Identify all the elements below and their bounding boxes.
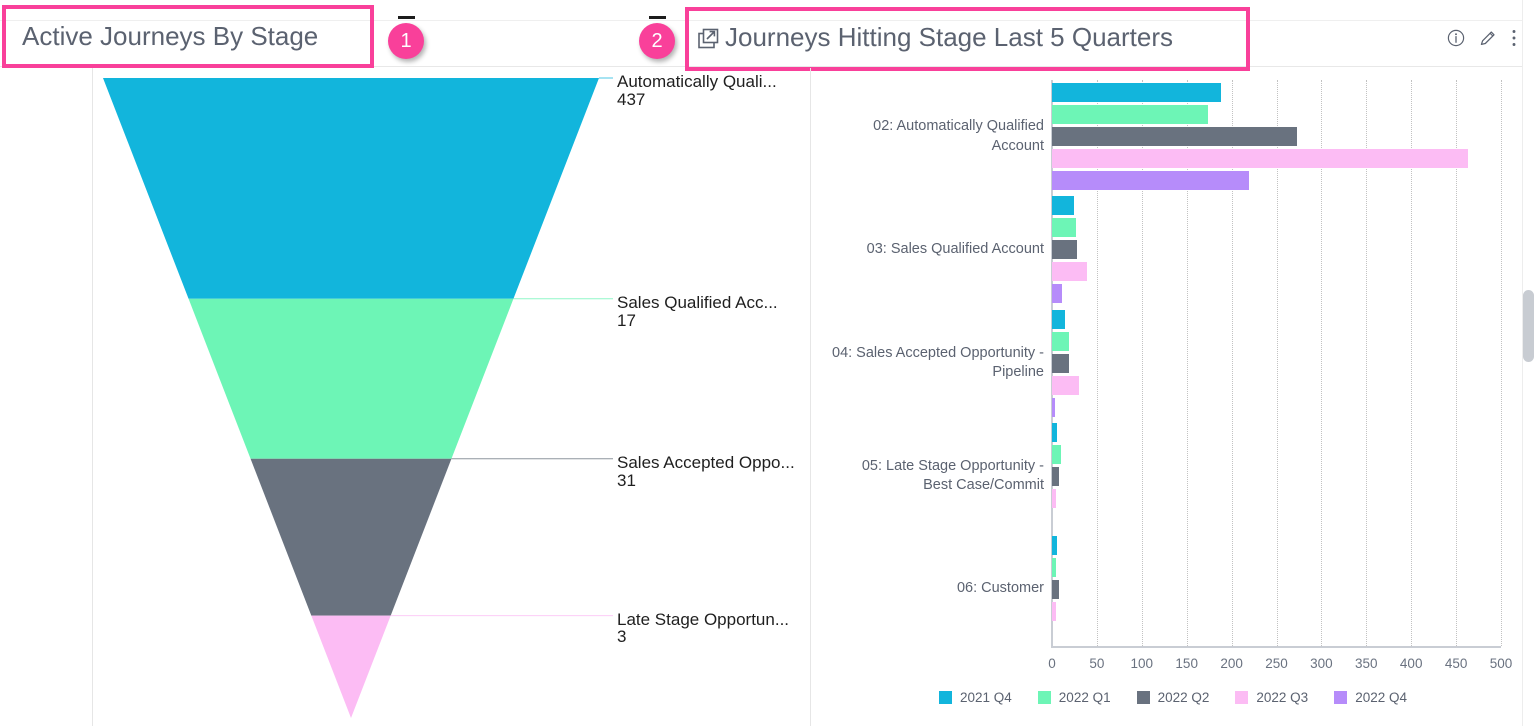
funnel-stage-label: Automatically Quali... 437 (617, 73, 777, 109)
x-axis-tick-label: 50 (1089, 656, 1105, 671)
bar-segment[interactable] (1052, 579, 1060, 599)
funnel-stage-label: Sales Accepted Oppo... 31 (617, 452, 795, 490)
bar-segment[interactable] (1052, 557, 1057, 577)
bar-segment[interactable] (1052, 466, 1060, 486)
header-bottom-rule (0, 66, 1535, 67)
legend-item[interactable]: 2022 Q2 (1136, 690, 1210, 705)
funnel-stage-name: Sales Accepted Oppo... (617, 452, 795, 472)
bar-segment[interactable] (1052, 488, 1057, 508)
x-axis-tick-label: 250 (1265, 656, 1288, 671)
bar-segment[interactable] (1052, 262, 1088, 282)
legend-swatch (1235, 691, 1249, 704)
chart-gridline (1501, 80, 1502, 646)
legend-swatch (1037, 691, 1051, 704)
bar-segment[interactable] (1052, 309, 1065, 329)
bar-segment[interactable] (1052, 353, 1070, 373)
y-axis-category-label: 03: Sales Qualified Account (866, 240, 1044, 257)
bar-segment[interactable] (1052, 171, 1249, 191)
pencil-icon[interactable] (1479, 29, 1497, 47)
x-axis-tick-label: 200 (1220, 656, 1243, 671)
x-axis-tick-label: 400 (1399, 656, 1423, 671)
legend-item[interactable]: 2022 Q1 (1037, 690, 1111, 705)
funnel-stage-name: Late Stage Opportun... (617, 609, 790, 629)
legend-swatch (1136, 691, 1150, 704)
legend-label: 2022 Q2 (1157, 690, 1210, 705)
x-axis-tick-label: 100 (1130, 656, 1154, 671)
funnel-stage-value: 437 (617, 89, 646, 109)
x-axis-tick-label: 450 (1444, 656, 1468, 671)
bar-segment[interactable] (1052, 196, 1074, 216)
annotation-badge-1: 1 (388, 23, 424, 59)
x-axis-tick-label: 150 (1175, 656, 1198, 671)
bar-segment[interactable] (1052, 331, 1070, 351)
vertical-scrollbar-track[interactable] (1522, 0, 1535, 726)
funnel-stage-value: 17 (617, 310, 636, 330)
vertical-scrollbar-thumb[interactable] (1523, 290, 1534, 362)
funnel-segment[interactable] (250, 458, 452, 616)
bar-segment[interactable] (1052, 83, 1221, 103)
page-title-active-journeys: Active Journeys By Stage (22, 21, 319, 51)
x-axis-tick-label: 0 (1048, 656, 1056, 671)
legend-item[interactable]: 2021 Q4 (939, 690, 1012, 705)
open-in-new-window-icon[interactable] (697, 28, 719, 50)
bar-segment[interactable] (1052, 397, 1055, 417)
y-axis-category-label: 02: Automatically Qualified Account (873, 118, 1044, 154)
annotation-pointer-1 (398, 16, 415, 19)
more-vertical-icon[interactable] (1511, 28, 1517, 48)
y-axis-category-label: 04: Sales Accepted Opportunity - Pipelin… (832, 344, 1044, 381)
bar-segment[interactable] (1052, 422, 1058, 442)
page-title-journeys-hitting-stage: Journeys Hitting Stage Last 5 Quarters (725, 22, 1174, 52)
chart-legend: 2021 Q4 2022 Q1 2022 Q2 2022 Q3 2022 Q4 (811, 690, 1535, 705)
funnel-stage-value: 31 (617, 470, 636, 490)
funnel-stage-value: 3 (617, 627, 627, 647)
x-axis-tick-label: 500 (1489, 656, 1513, 671)
bar-segment[interactable] (1052, 444, 1061, 464)
grouped-bar-chart[interactable]: 02: Automatically Qualified Account 03: S… (811, 68, 1535, 726)
legend-label: 2022 Q3 (1256, 690, 1309, 705)
legend-label: 2022 Q4 (1355, 690, 1407, 705)
legend-swatch (1334, 691, 1348, 704)
funnel-segment[interactable] (188, 298, 514, 459)
funnel-chart[interactable]: Automatically Quali... 437 Sales Qualified… (93, 68, 810, 726)
funnel-stage-name: Sales Qualified Acc... (617, 292, 778, 312)
bar-segment[interactable] (1052, 218, 1077, 238)
funnel-stage-name: Automatically Quali... (617, 72, 777, 91)
funnel-segment[interactable] (103, 78, 599, 299)
bar-segment[interactable] (1052, 284, 1062, 304)
legend-item[interactable]: 2022 Q3 (1235, 690, 1308, 705)
bar-segment[interactable] (1052, 149, 1468, 169)
bar-segment[interactable] (1052, 535, 1058, 555)
annotation-badge-2: 2 (639, 23, 675, 59)
bar-segment[interactable] (1052, 105, 1209, 125)
info-icon[interactable] (1447, 29, 1465, 47)
bar-segment[interactable] (1052, 375, 1079, 395)
bar-segment[interactable] (1052, 127, 1298, 147)
annotation-pointer-2 (649, 16, 666, 19)
funnel-segment[interactable] (311, 615, 391, 718)
bar-segment[interactable] (1052, 240, 1078, 260)
y-axis-category-label: 05: Late Stage Opportunity - Best Case/C… (861, 457, 1044, 494)
legend-label: 2022 Q1 (1058, 690, 1111, 705)
funnel-stage-label: Sales Qualified Acc... 17 (617, 292, 778, 330)
header-icon-group (1447, 28, 1517, 48)
x-axis-tick-label: 300 (1310, 656, 1333, 671)
y-axis-category-label: 06: Customer (956, 580, 1044, 597)
legend-item[interactable]: 2022 Q4 (1334, 690, 1407, 705)
funnel-stage-label: Late Stage Opportun... 3 (617, 609, 790, 647)
legend-label: 2021 Q4 (960, 690, 1012, 705)
bar-segment[interactable] (1052, 601, 1056, 621)
x-axis-tick-label: 350 (1355, 656, 1378, 671)
legend-swatch (939, 691, 952, 704)
x-axis-line (1051, 646, 1501, 648)
